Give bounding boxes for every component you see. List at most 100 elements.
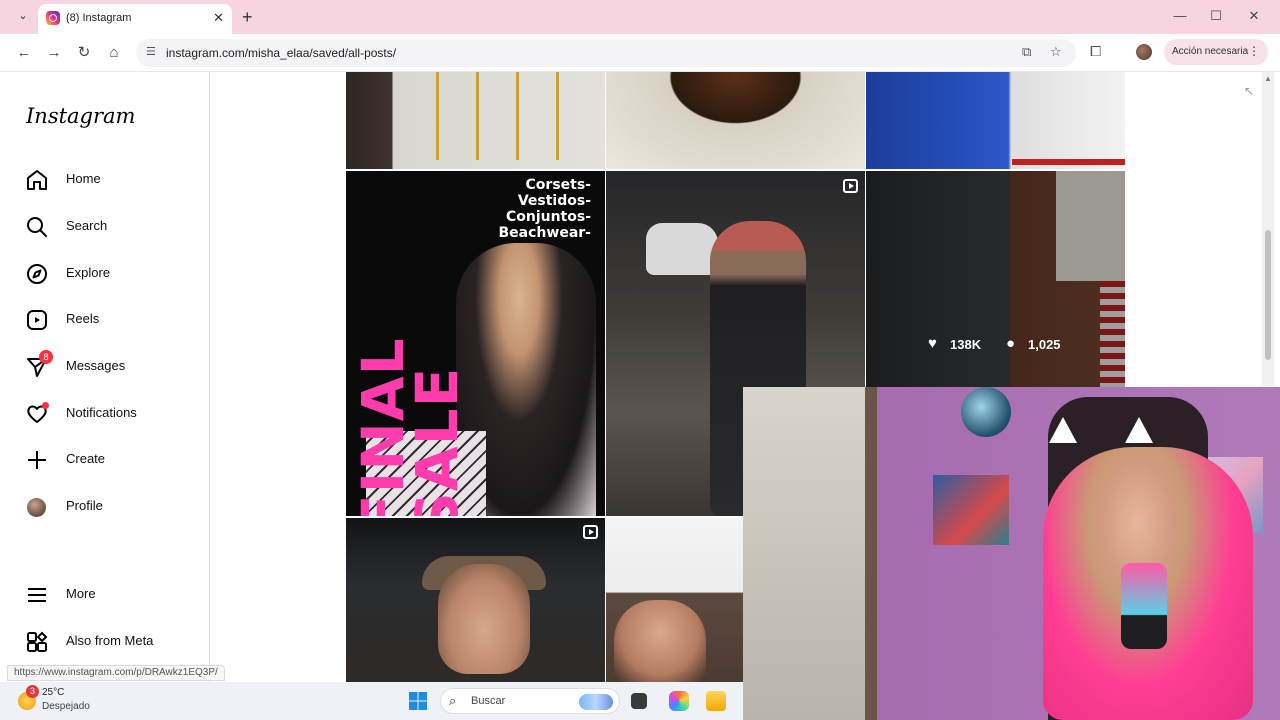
scroll-up-arrow-icon[interactable]: ▲ xyxy=(1264,74,1272,83)
sidebar-item-label: Search xyxy=(66,218,108,233)
saved-post-thumbnail-sale[interactable]: FINAL SALE Corsets- Vestidos- Conjuntos-… xyxy=(346,171,605,516)
hover-overlay xyxy=(866,171,1125,387)
sidebar-item-label: Profile xyxy=(66,498,103,513)
mouse-cursor-icon: ↖ xyxy=(1244,84,1255,98)
link-preview-status: https://www.instagram.com/p/DRAwkz1EQ3P/ xyxy=(7,665,225,681)
saved-post-thumbnail[interactable] xyxy=(346,72,605,169)
saved-post-thumbnail[interactable] xyxy=(346,518,605,682)
webcam-background-detail xyxy=(961,387,1011,437)
sidebar-item-search[interactable]: Search xyxy=(25,212,205,242)
reload-icon[interactable]: ↻ xyxy=(74,43,94,63)
messages-count-badge: 8 xyxy=(39,350,53,364)
tab-close-icon[interactable]: ✕ xyxy=(213,10,224,26)
sidebar-item-home[interactable]: Home xyxy=(25,165,205,195)
photo-detail xyxy=(476,72,479,160)
file-explorer-icon[interactable] xyxy=(706,691,726,711)
reel-indicator-icon xyxy=(583,525,598,539)
copilot-icon[interactable] xyxy=(669,691,689,711)
instagram-favicon-icon xyxy=(46,11,60,25)
webcam-overlay xyxy=(743,387,1280,720)
post-photo-detail xyxy=(614,600,706,682)
compass-icon xyxy=(27,264,47,284)
plus-icon xyxy=(28,451,46,469)
kebab-menu-icon[interactable]: ⋮ xyxy=(1248,44,1260,58)
cat-ear xyxy=(1049,417,1077,443)
bookmark-star-icon[interactable]: ☆ xyxy=(1050,44,1062,60)
webcam-background-door xyxy=(743,387,865,720)
cat-ear xyxy=(1125,417,1153,443)
scrollbar-thumb[interactable] xyxy=(1265,230,1271,360)
weather-condition: Despejado xyxy=(42,701,90,712)
sidebar-item-label: Also from Meta xyxy=(66,633,154,648)
saved-post-thumbnail[interactable] xyxy=(866,72,1125,169)
instagram-logo[interactable]: Instagram xyxy=(26,104,135,128)
post-photo-detail xyxy=(646,223,718,275)
windows-start-icon[interactable] xyxy=(409,692,427,710)
taskbar-search-label: Buscar xyxy=(471,695,506,707)
taskview-icon[interactable] xyxy=(631,693,647,709)
microphone xyxy=(1121,563,1167,649)
page-scrollbar[interactable]: ▲ xyxy=(1262,72,1274,386)
tab-strip: ⌄ (8) Instagram ✕ + — ☐ ✕ xyxy=(0,0,1280,34)
weather-alert-badge: 3 xyxy=(26,685,39,698)
tab-title: (8) Instagram xyxy=(66,12,132,24)
forward-arrow-icon[interactable]: → xyxy=(44,43,64,63)
photo-detail xyxy=(436,72,439,160)
url-text[interactable]: instagram.com/misha_elaa/saved/all-posts… xyxy=(166,46,396,60)
photo-detail xyxy=(1012,159,1125,165)
windows-taskbar: 3 25°C Despejado ⌕ Buscar xyxy=(0,682,743,720)
sidebar-item-create[interactable]: Create xyxy=(25,445,205,475)
saved-post-thumbnail-hovered[interactable]: ♥ 138K ● 1,025 xyxy=(866,171,1125,387)
action-needed-label: Acción necesaria xyxy=(1172,46,1249,57)
sidebar-item-notifications[interactable]: Notifications xyxy=(25,399,205,429)
browser-profile-avatar[interactable] xyxy=(1136,44,1152,60)
webcam-background-detail xyxy=(865,387,877,720)
sidebar-item-messages[interactable]: 8 Messages xyxy=(25,350,205,382)
site-info-icon[interactable]: ☰ xyxy=(146,45,160,59)
likes-count: 138K xyxy=(950,337,982,352)
sale-category: Vestidos- xyxy=(517,193,591,209)
search-highlight-art xyxy=(579,694,613,710)
browser-toolbar: ← → ↻ ⌂ ☰ instagram.com/misha_elaa/saved… xyxy=(0,34,1280,72)
sidebar-item-label: Messages xyxy=(66,358,126,373)
minimize-icon[interactable]: — xyxy=(1170,8,1190,23)
sidebar-item-profile[interactable]: Profile xyxy=(25,492,205,522)
sidebar-item-label: Home xyxy=(66,171,101,186)
search-icon: ⌕ xyxy=(449,693,457,708)
final-sale-headline: FINAL SALE xyxy=(349,337,471,516)
avatar xyxy=(27,498,46,517)
home-icon xyxy=(27,170,47,190)
sale-category: Corsets- xyxy=(525,177,591,193)
reel-indicator-icon xyxy=(843,179,858,193)
sidebar-item-more[interactable]: More xyxy=(25,580,205,610)
tab-search-dropdown-icon[interactable]: ⌄ xyxy=(14,9,32,25)
maximize-icon[interactable]: ☐ xyxy=(1206,8,1226,24)
sidebar-item-label: Explore xyxy=(66,265,111,280)
saved-post-thumbnail[interactable] xyxy=(606,518,744,682)
search-icon xyxy=(27,217,47,237)
saved-post-thumbnail[interactable] xyxy=(606,72,865,169)
install-app-icon[interactable]: ⧉ xyxy=(1022,44,1031,60)
back-arrow-icon[interactable]: ← xyxy=(14,43,34,63)
browser-tab[interactable]: (8) Instagram ✕ xyxy=(38,4,232,34)
action-needed-button[interactable]: Acción necesaria ⋮ xyxy=(1164,39,1268,65)
meta-grid-icon xyxy=(27,631,48,652)
sidebar-item-label: Reels xyxy=(66,311,100,326)
sidebar-item-also-from-meta[interactable]: Also from Meta xyxy=(25,627,205,657)
comment-bubble-icon: ● xyxy=(1006,335,1016,352)
notification-dot xyxy=(42,402,49,409)
address-bar[interactable]: ☰ instagram.com/misha_elaa/saved/all-pos… xyxy=(136,39,1076,67)
taskbar-search[interactable]: ⌕ Buscar xyxy=(440,688,620,714)
new-tab-button[interactable]: + xyxy=(242,7,253,28)
comments-count: 1,025 xyxy=(1028,337,1061,352)
cat-ear-headband xyxy=(1049,417,1153,447)
sidebar-item-label: Create xyxy=(66,451,106,466)
sale-category: Beachwear- xyxy=(498,225,591,241)
home-browser-icon[interactable]: ⌂ xyxy=(104,43,124,63)
sidebar-item-explore[interactable]: Explore xyxy=(25,259,205,289)
heart-filled-icon: ♥ xyxy=(928,335,937,352)
close-window-icon[interactable]: ✕ xyxy=(1244,8,1264,24)
extensions-puzzle-icon[interactable]: ⧠ xyxy=(1090,43,1101,60)
sidebar-item-reels[interactable]: Reels xyxy=(25,305,205,335)
reels-icon xyxy=(27,310,47,330)
